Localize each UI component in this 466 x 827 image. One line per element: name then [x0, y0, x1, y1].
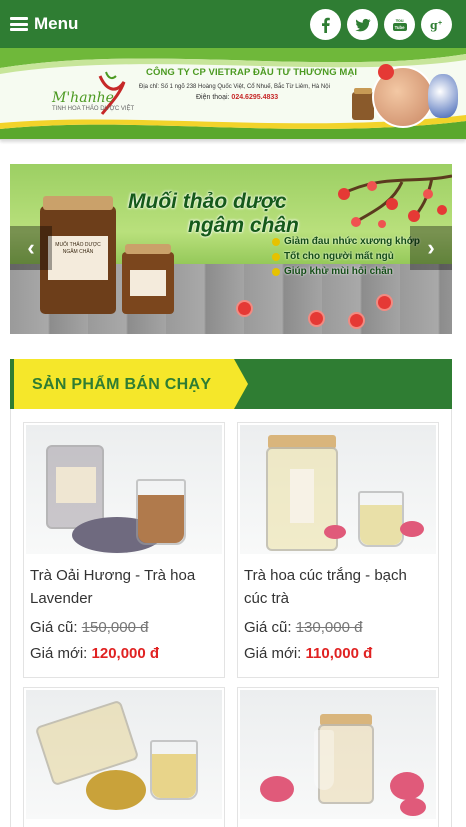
svg-text:You: You	[395, 18, 403, 23]
flower-pile	[86, 770, 146, 810]
tea-liquid	[138, 495, 184, 543]
product-card[interactable]	[23, 687, 225, 827]
flower-decoration	[350, 314, 363, 327]
product-image[interactable]	[26, 690, 222, 819]
flower-decoration	[238, 302, 251, 315]
banner-vase-image	[428, 74, 458, 118]
company-logo: M'hanhe	[51, 71, 126, 115]
product-image[interactable]	[240, 425, 436, 554]
flower-decoration	[378, 296, 391, 309]
jar-label-decoration	[56, 467, 96, 503]
menu-button[interactable]: Menu	[10, 12, 78, 36]
section-title: SẢN PHẨM BÁN CHẠY	[32, 376, 212, 393]
phone-label: Điện thoại:	[196, 94, 230, 101]
rose-petal	[324, 525, 346, 539]
bestsellers-section: SẢN PHẨM BÁN CHẠY Trà Oải Hương - Trà ho…	[10, 359, 452, 827]
promo-slider[interactable]: MUỐI THẢO DƯỢC NGÂM CHÂN Muối thảo dược …	[10, 164, 452, 334]
product-image[interactable]	[240, 690, 436, 819]
jar-label: MUỐI THẢO DƯỢC NGÂM CHÂN	[48, 236, 108, 280]
salt-jar-small	[122, 244, 174, 314]
youtube-icon[interactable]: You Tube	[384, 9, 415, 40]
benefit-item: Giúp khử mùi hôi chân	[272, 266, 420, 277]
company-name: CÔNG TY CP VIETRAP ĐẦU TƯ THƯƠNG MẠI	[146, 67, 358, 78]
rose-petal	[400, 521, 424, 537]
slider-prev-button[interactable]: ‹	[10, 226, 52, 270]
logo-subtext: TINH HOA THẢO DƯỢC VIỆT	[52, 106, 135, 112]
company-banner: M'hanhe TINH HOA THẢO DƯỢC VIỆT CÔNG TY …	[0, 48, 466, 140]
product-card[interactable]: Trà Oải Hương - Trà hoa Lavender Giá cũ:…	[23, 422, 225, 678]
old-price: Giá cũ: 130,000 đ	[244, 619, 363, 636]
rose-decoration	[390, 772, 424, 800]
slide-title-line2: ngâm chân	[188, 214, 299, 237]
section-title-tag: SẢN PHẨM BÁN CHẠY	[10, 359, 248, 409]
company-phone: Điện thoại: 024.6295.4833	[196, 94, 278, 101]
google-plus-icon[interactable]: g +	[421, 9, 452, 40]
rose-decoration	[400, 798, 426, 816]
svg-text:+: +	[438, 20, 442, 27]
chevron-left-icon: ‹	[27, 235, 35, 260]
company-address: Địa chỉ: Số 1 ngõ 238 Hoàng Quốc Việt, C…	[139, 84, 330, 90]
section-header: SẢN PHẨM BÁN CHẠY	[10, 359, 452, 409]
flower-decoration	[310, 312, 323, 325]
tea-liquid	[152, 754, 196, 798]
new-price: Giá mới: 120,000 đ	[30, 645, 160, 662]
svg-text:Tube: Tube	[394, 25, 405, 30]
logo-wordmark: M'hanhe	[51, 90, 114, 106]
banner-flower-decoration	[378, 64, 394, 80]
product-card[interactable]: Trà hoa cúc trắng - bạch cúc trà Giá cũ:…	[237, 422, 439, 678]
bullet-icon	[272, 237, 280, 246]
svg-text:g: g	[430, 19, 438, 32]
jar-highlight	[314, 730, 334, 790]
benefit-item: Tốt cho người mất ngủ	[272, 251, 420, 262]
menu-label: Menu	[34, 14, 79, 33]
bullet-icon	[272, 252, 280, 261]
banner-product-jar	[352, 88, 374, 120]
product-name[interactable]: Trà hoa cúc trắng - bạch cúc trà	[244, 564, 434, 610]
social-links: You Tube g +	[310, 9, 452, 40]
slide-benefits: Giảm đau nhức xương khớp Tốt cho người m…	[272, 236, 420, 281]
bullet-icon	[272, 267, 280, 276]
old-price: Giá cũ: 150,000 đ	[30, 619, 149, 636]
phone-number[interactable]: 024.6295.4833	[231, 94, 278, 101]
slide-title-line1: Muối thảo dược	[128, 190, 287, 213]
chevron-right-icon: ›	[427, 235, 435, 260]
top-navbar: Menu You Tube g +	[0, 0, 466, 48]
twitter-icon[interactable]	[347, 9, 378, 40]
product-image[interactable]	[26, 425, 222, 554]
rose-decoration	[260, 776, 294, 802]
tea-liquid	[360, 505, 402, 545]
slider-next-button[interactable]: ›	[410, 226, 452, 270]
facebook-icon[interactable]	[310, 9, 341, 40]
hamburger-icon	[10, 17, 28, 31]
product-name[interactable]: Trà Oải Hương - Trà hoa Lavender	[30, 564, 220, 610]
new-price: Giá mới: 110,000 đ	[244, 645, 373, 662]
jar-label-decoration	[290, 469, 314, 523]
product-card[interactable]	[237, 687, 439, 827]
benefit-item: Giảm đau nhức xương khớp	[272, 236, 420, 247]
